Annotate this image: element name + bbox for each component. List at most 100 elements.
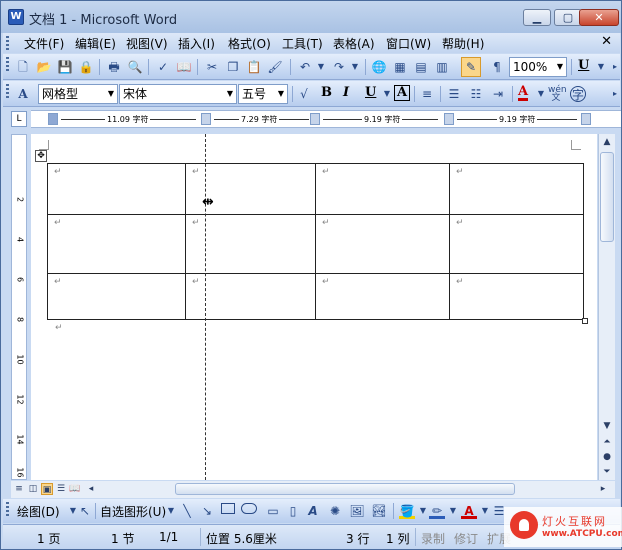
close-button[interactable]: ✕ <box>579 9 619 26</box>
autoshapes-dropdown-icon[interactable]: ▼ <box>163 503 179 519</box>
document-close-icon[interactable]: ✕ <box>601 34 612 49</box>
document-table[interactable]: ↵ ↵ ↵ ↵ ↵ ↵ ↵ ↵ ↵ ↵ ↵ ↵ <box>47 163 584 320</box>
table-cell[interactable]: ↵ <box>449 273 584 320</box>
vertical-text-box-icon[interactable]: ▯ <box>285 503 301 519</box>
horizontal-scrollbar[interactable]: ≡ ◫ ▣ ☰ 📖 ◂ ▸ <box>11 481 615 498</box>
indent-marker[interactable] <box>48 113 58 125</box>
scroll-down-icon[interactable]: ▼ <box>599 419 615 433</box>
research-icon[interactable]: 📖 <box>176 59 192 75</box>
tables-borders-icon[interactable]: ▦ <box>392 59 408 75</box>
maximize-button[interactable]: ▢ <box>554 9 582 26</box>
font-size-select[interactable]: 五号 ▼ <box>238 84 288 104</box>
print-icon[interactable]: 🖶 <box>106 59 122 75</box>
scroll-right-icon[interactable]: ▸ <box>597 483 609 495</box>
hyperlink-icon[interactable]: 🌐 <box>371 59 387 75</box>
table-cell[interactable]: ↵ <box>315 163 450 215</box>
menu-table[interactable]: 表格(A) <box>333 35 375 52</box>
italic-button[interactable]: I <box>343 85 349 100</box>
underline-button[interactable]: U <box>365 85 376 100</box>
draw-menu-button[interactable]: 绘图(D) <box>17 503 60 520</box>
column-marker[interactable] <box>444 113 454 125</box>
phonetic-guide-button[interactable]: wén 文 <box>548 86 567 103</box>
format-painter-icon[interactable]: 🖌 <box>267 59 283 75</box>
drawing-toolbar-icon[interactable]: ✎ <box>461 57 481 77</box>
excel-worksheet-icon[interactable]: ▥ <box>434 59 450 75</box>
document-page[interactable]: ✥ ↵ ↵ ↵ ↵ ↵ ↵ ↵ ↵ ↵ ↵ ↵ ↵ ⇹ ↵ <box>31 134 597 480</box>
insert-table-icon[interactable]: ▤ <box>413 59 429 75</box>
font-color-button[interactable]: A <box>518 85 529 101</box>
diagram-icon[interactable]: ✺ <box>327 503 343 519</box>
permission-icon[interactable]: 🔒 <box>78 59 94 75</box>
print-layout-view-icon[interactable]: ▣ <box>41 483 53 495</box>
chevron-down-icon[interactable]: ▼ <box>275 85 287 103</box>
table-cell[interactable]: ↵ <box>449 163 584 215</box>
enclose-characters-button[interactable]: 字 <box>570 86 586 102</box>
copy-icon[interactable]: ❐ <box>225 59 241 75</box>
rectangle-icon[interactable] <box>221 503 235 514</box>
cut-icon[interactable]: ✂ <box>204 59 220 75</box>
bold-button[interactable]: B <box>321 85 332 100</box>
select-browse-object-icon[interactable]: ● <box>599 450 615 464</box>
menu-format[interactable]: 格式(O) <box>228 35 271 52</box>
menu-tools[interactable]: 工具(T) <box>282 35 323 52</box>
tab-selector[interactable]: L <box>11 111 27 127</box>
toolbar-options-icon[interactable]: ▸ <box>607 86 622 102</box>
normal-view-icon[interactable]: ≡ <box>13 483 25 495</box>
undo-dropdown-icon[interactable]: ▼ <box>313 59 329 75</box>
table-move-handle-icon[interactable]: ✥ <box>35 150 47 162</box>
redo-icon[interactable]: ↷ <box>331 59 347 75</box>
clip-art-icon[interactable]: 🖼 <box>349 503 365 519</box>
horizontal-scroll-thumb[interactable] <box>175 483 515 495</box>
drawing-font-color-icon[interactable]: A <box>461 503 477 519</box>
zoom-select[interactable]: 100% ▼ <box>509 57 567 77</box>
open-icon[interactable]: 📂 <box>36 59 52 75</box>
underline-style-dropdown-icon[interactable]: ▼ <box>379 86 395 102</box>
column-marker[interactable] <box>581 113 591 125</box>
text-box-icon[interactable]: ▭ <box>265 503 281 519</box>
standard-toolbar-grip[interactable] <box>6 57 9 71</box>
styles-formatting-icon[interactable]: A <box>15 86 31 102</box>
menu-help[interactable]: 帮助(H) <box>442 35 484 52</box>
paste-icon[interactable]: 📋 <box>246 59 262 75</box>
menu-view[interactable]: 视图(V) <box>126 35 168 52</box>
menubar-grip[interactable] <box>6 36 9 50</box>
increase-indent-icon[interactable]: ⇥ <box>490 86 506 102</box>
menu-file[interactable]: 文件(F) <box>24 35 64 52</box>
table-cell[interactable]: ↵ <box>315 214 450 274</box>
toolbar-options-icon[interactable]: ▸ <box>607 59 622 75</box>
table-cell[interactable]: ↵ <box>47 214 186 274</box>
save-icon[interactable]: 💾 <box>57 59 73 75</box>
undo-icon[interactable]: ↶ <box>297 59 313 75</box>
table-cell[interactable]: ↵ <box>47 273 186 320</box>
fill-color-icon[interactable]: 🪣 <box>399 503 415 519</box>
print-preview-icon[interactable]: 🔍 <box>127 59 143 75</box>
menu-insert[interactable]: 插入(I) <box>178 35 215 52</box>
vertical-scroll-thumb[interactable] <box>600 152 614 242</box>
spelling-icon[interactable]: ✓ <box>155 59 171 75</box>
status-track-changes[interactable]: 修订 <box>454 530 478 547</box>
chevron-down-icon[interactable]: ▼ <box>105 85 117 103</box>
next-page-icon[interactable]: ⏷ <box>599 465 615 479</box>
table-cell[interactable]: ↵ <box>47 163 186 215</box>
formatting-toolbar-grip[interactable] <box>6 84 9 98</box>
chevron-down-icon[interactable]: ▼ <box>224 85 236 103</box>
line-icon[interactable]: ╲ <box>179 503 195 519</box>
align-justify-icon[interactable]: ≡ <box>419 86 435 102</box>
line-color-dropdown-icon[interactable]: ▼ <box>445 503 461 519</box>
column-marker[interactable] <box>310 113 320 125</box>
scroll-left-icon[interactable]: ◂ <box>85 483 97 495</box>
word-app-icon[interactable]: W <box>8 9 24 25</box>
oval-icon[interactable] <box>241 503 257 514</box>
line-color-icon[interactable]: ✏ <box>429 503 445 519</box>
character-border-button[interactable]: A <box>394 85 411 101</box>
underline-icon[interactable]: U <box>578 58 589 73</box>
table-cell[interactable]: ↵ <box>449 214 584 274</box>
menu-edit[interactable]: 编辑(E) <box>75 35 116 52</box>
arrow-icon[interactable]: ↘ <box>199 503 215 519</box>
status-record[interactable]: 录制 <box>421 530 445 547</box>
horizontal-ruler[interactable]: 11.09 字符 7.29 字符 9.19 字符 9.19 字符 <box>31 110 621 128</box>
web-layout-view-icon[interactable]: ◫ <box>27 483 39 495</box>
autoshapes-menu-button[interactable]: 自选图形(U) <box>100 503 166 520</box>
wordart-icon[interactable]: A <box>305 503 321 519</box>
font-color-dropdown-icon[interactable]: ▼ <box>533 86 549 102</box>
